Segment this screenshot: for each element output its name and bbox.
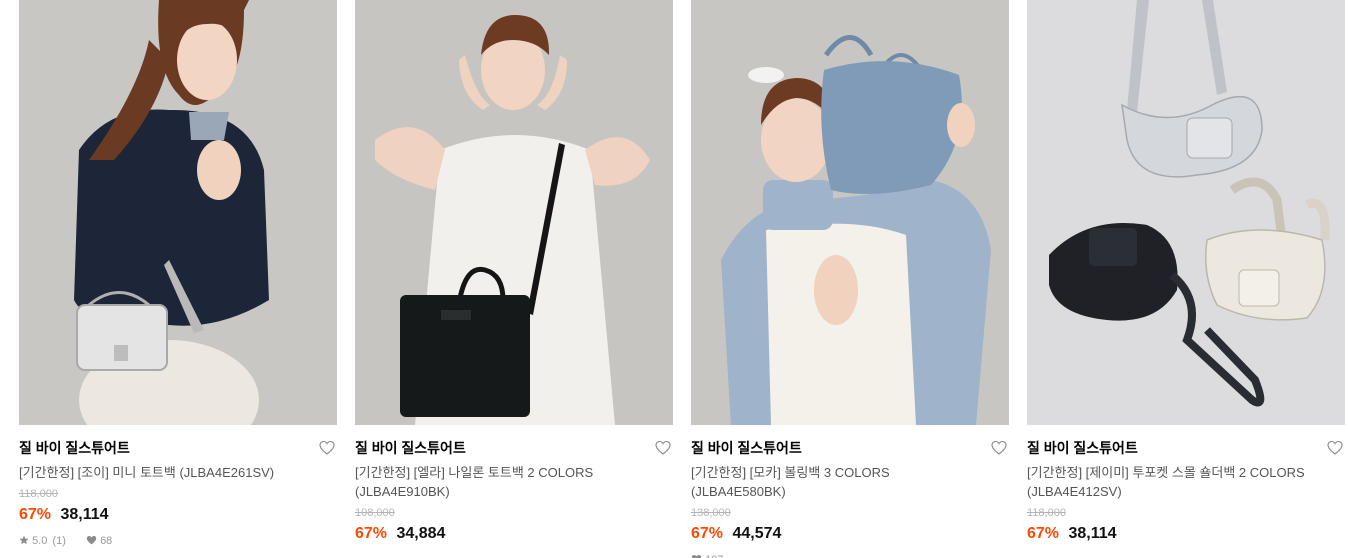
product-name[interactable]: [기간한정] [제이미] 투포켓 스몰 숄더백 2 COLORS (JLBA4E… (1027, 463, 1317, 501)
heart-icon[interactable] (1327, 440, 1343, 456)
product-card[interactable]: 질 바이 질스튜어트 [기간한정] [조이] 미니 토트백 (JLBA4E261… (19, 0, 337, 548)
product-image[interactable] (355, 0, 673, 425)
rating-value: 5.0 (32, 535, 48, 547)
price-line: 67% 34,884 (355, 523, 673, 545)
like-count: 68 (100, 535, 113, 547)
price-line: 67% 38,114 (1027, 523, 1345, 545)
product-name[interactable]: [기간한정] [조이] 미니 토트백 (JLBA4E261SV) (19, 463, 309, 482)
heart-filled-icon (86, 536, 97, 545)
model-with-black-nylon-tote-photo (355, 0, 673, 425)
product-card[interactable]: 질 바이 질스튜어트 [기간한정] [엘라] 나일론 토트백 2 COLORS … (355, 0, 673, 545)
heart-icon[interactable] (655, 440, 671, 456)
brand-name[interactable]: 질 바이 질스튜어트 (691, 439, 1009, 457)
product-card[interactable]: 질 바이 질스튜어트 [기간한정] [제이미] 투포켓 스몰 숄더백 2 COL… (1027, 0, 1345, 545)
heart-icon[interactable] (991, 440, 1007, 456)
price-line: 67% 38,114 (19, 504, 337, 526)
discount-rate: 67% (19, 506, 52, 523)
sale-price: 38,114 (60, 506, 109, 523)
discount-rate: 67% (355, 525, 388, 542)
model-with-blue-bowling-bag-photo (691, 0, 1009, 425)
product-image[interactable] (691, 0, 1009, 425)
like-count: 107 (705, 554, 723, 558)
product-image[interactable] (19, 0, 337, 425)
product-meta: 107 (691, 553, 1009, 558)
review-count: (1) (52, 535, 66, 547)
price-line: 67% 44,574 (691, 523, 1009, 545)
product-card[interactable]: 질 바이 질스튜어트 [기간한정] [모카] 볼링백 3 COLORS (JLB… (691, 0, 1009, 558)
product-meta: 5.0 (1) 68 (19, 534, 337, 548)
product-image[interactable] (1027, 0, 1345, 425)
star-icon (19, 535, 29, 545)
three-shoulder-bags-photo (1027, 0, 1345, 425)
original-price: 118,000 (19, 488, 58, 500)
brand-name[interactable]: 질 바이 질스튜어트 (355, 439, 673, 457)
discount-rate: 67% (691, 525, 724, 542)
product-name[interactable]: [기간한정] [엘라] 나일론 토트백 2 COLORS (JLBA4E910B… (355, 463, 645, 501)
product-grid: 질 바이 질스튜어트 [기간한정] [조이] 미니 토트백 (JLBA4E261… (0, 0, 1348, 558)
heart-icon[interactable] (319, 440, 335, 456)
original-price: 138,000 (691, 507, 731, 519)
brand-name[interactable]: 질 바이 질스튜어트 (1027, 439, 1345, 457)
heart-filled-icon (691, 555, 702, 558)
sale-price: 38,114 (1068, 525, 1117, 542)
product-name[interactable]: [기간한정] [모카] 볼링백 3 COLORS (JLBA4E580BK) (691, 463, 981, 501)
original-price: 118,000 (1027, 507, 1066, 519)
sale-price: 34,884 (396, 525, 446, 542)
sale-price: 44,574 (732, 525, 782, 542)
brand-name[interactable]: 질 바이 질스튜어트 (19, 439, 337, 457)
discount-rate: 67% (1027, 525, 1060, 542)
original-price: 108,000 (355, 507, 395, 519)
model-with-silver-mini-tote-photo (19, 0, 337, 425)
